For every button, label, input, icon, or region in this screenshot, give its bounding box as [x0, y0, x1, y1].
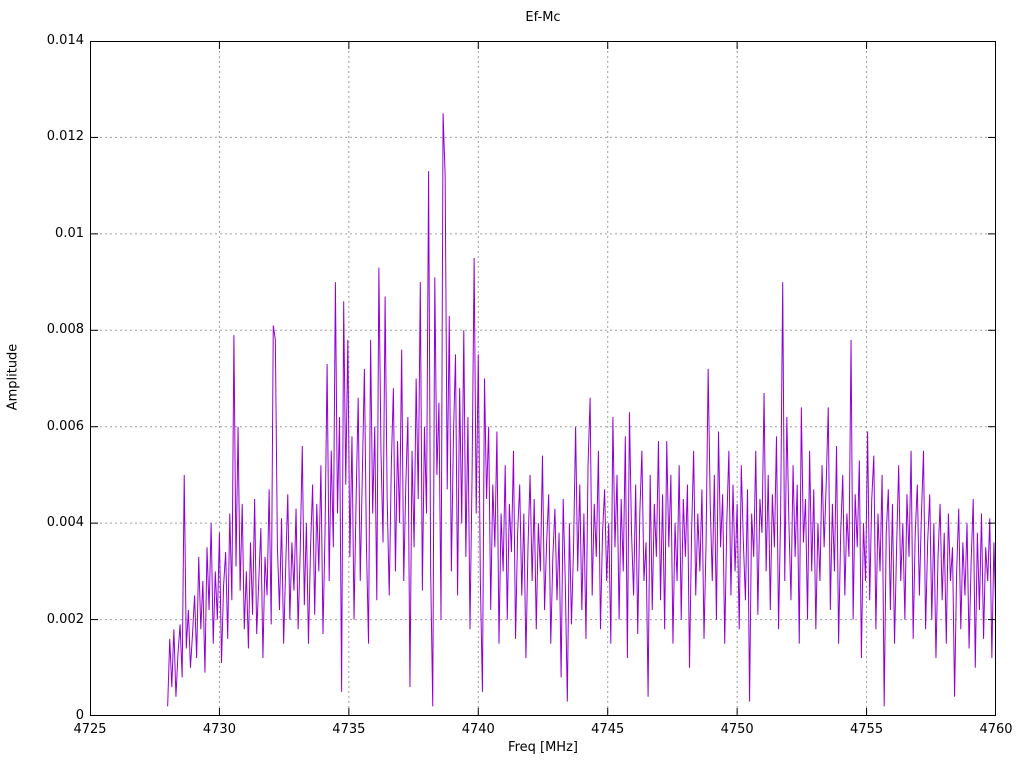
x-tick-label: 4750 [720, 722, 754, 737]
chart-title: Ef-Mc [525, 10, 561, 25]
chart: Ef-Mc Amplitude Freq [MHz] 4725 4730 4735 4… [0, 0, 1024, 768]
spectrum-line [167, 113, 996, 707]
plot-border [90, 41, 996, 716]
plot-area [90, 41, 996, 716]
x-axis-title: Freq [MHz] [508, 740, 578, 755]
y-axis-title: Amplitude [5, 343, 21, 411]
x-tick-label: 4760 [979, 722, 1013, 737]
y-tick-label: 0.006 [46, 418, 84, 434]
x-tick-label: 4740 [461, 722, 495, 737]
y-tick-label: 0 [75, 708, 84, 723]
y-tick-label: 0.002 [46, 611, 84, 627]
y-tick-label: 0.014 [46, 33, 84, 48]
x-tick-label: 4735 [332, 722, 366, 737]
x-tick-label: 4725 [73, 722, 107, 737]
x-tick-label: 4730 [202, 722, 236, 737]
y-tick-label: 0.012 [46, 129, 84, 145]
y-tick-label: 0.004 [46, 515, 84, 531]
x-tick-label: 4755 [850, 722, 884, 737]
x-tick-label: 4745 [591, 722, 625, 737]
y-tick-label: 0.008 [46, 322, 84, 338]
y-tick-label: 0.01 [55, 225, 84, 241]
